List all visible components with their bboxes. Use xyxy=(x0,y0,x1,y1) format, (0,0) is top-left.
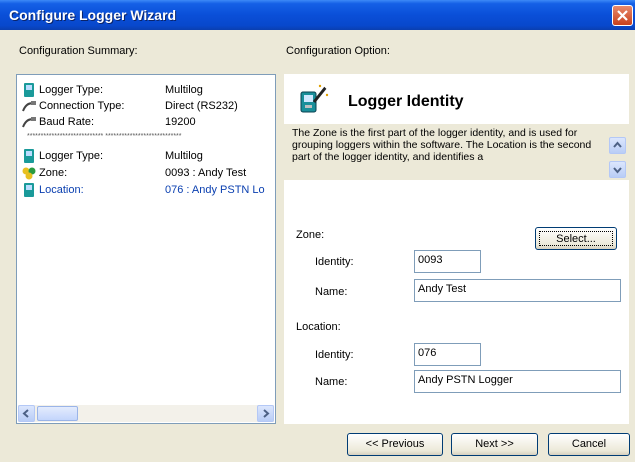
location-name-field[interactable]: Andy PSTN Logger xyxy=(414,370,621,393)
horizontal-scrollbar[interactable] xyxy=(18,405,274,422)
summary-value: 19200 xyxy=(165,116,196,128)
summary-value: Multilog xyxy=(165,150,203,162)
scroll-left-button[interactable] xyxy=(18,405,35,422)
scroll-thumb[interactable] xyxy=(37,406,78,421)
summary-list[interactable]: Logger Type: Multilog Connection Type: D… xyxy=(16,74,276,424)
zone-identity-field[interactable]: 0093 xyxy=(414,250,481,273)
cable-icon xyxy=(22,101,36,112)
select-button-label: Select... xyxy=(539,231,613,246)
description-box: The Zone is the first part of the logger… xyxy=(284,124,629,180)
scroll-up-button[interactable] xyxy=(609,137,626,154)
arrow-right-icon xyxy=(263,409,270,418)
list-item: Logger Type: Multilog xyxy=(17,83,275,99)
previous-button[interactable]: << Previous xyxy=(347,433,443,456)
zone-name-field[interactable]: Andy Test xyxy=(414,279,621,302)
close-icon xyxy=(617,10,628,21)
cancel-button[interactable]: Cancel xyxy=(548,433,630,456)
zone-label: Zone: xyxy=(296,229,325,241)
summary-key: Baud Rate: xyxy=(39,116,95,128)
location-identity-label: Identity: xyxy=(315,349,354,361)
scroll-down-button[interactable] xyxy=(609,161,626,178)
location-identity-field[interactable]: 076 xyxy=(414,343,481,366)
location-label: Location: xyxy=(296,321,341,333)
scroll-right-button[interactable] xyxy=(257,405,274,422)
arrow-left-icon xyxy=(22,409,29,418)
list-item: Connection Type: Direct (RS232) xyxy=(17,99,275,115)
summary-key: Logger Type: xyxy=(39,84,104,96)
arrow-down-icon xyxy=(613,167,622,174)
list-item: Zone: 0093 : Andy Test xyxy=(17,166,275,182)
summary-value: 076 : Andy PSTN Lo xyxy=(165,184,265,196)
vertical-scrollbar[interactable] xyxy=(609,125,627,179)
summary-value: 0093 : Andy Test xyxy=(165,167,247,179)
logger-icon xyxy=(24,83,34,97)
summary-value: Direct (RS232) xyxy=(165,100,238,112)
arrow-up-icon xyxy=(613,141,622,148)
description-text: The Zone is the first part of the logger… xyxy=(292,127,592,163)
logger-icon xyxy=(24,183,34,197)
next-button[interactable]: Next >> xyxy=(451,433,538,456)
separator: **************************** ***********… xyxy=(27,133,182,140)
wizard-window: Configure Logger Wizard Configuration Su… xyxy=(0,0,635,462)
logger-wand-icon xyxy=(300,84,329,113)
summary-key: Location: xyxy=(39,184,84,196)
page-title: Logger Identity xyxy=(348,93,464,110)
summary-key: Zone: xyxy=(39,167,68,179)
cable-icon xyxy=(22,117,36,128)
close-button[interactable] xyxy=(612,5,633,26)
option-caption: Configuration Option: xyxy=(286,45,390,57)
summary-key: Logger Type: xyxy=(39,150,104,162)
select-button[interactable]: Select... xyxy=(535,227,617,250)
summary-value: Multilog xyxy=(165,84,203,96)
logger-icon xyxy=(24,149,34,163)
list-item: Baud Rate: 19200 xyxy=(17,115,275,131)
list-item: Logger Type: Multilog xyxy=(17,149,275,165)
summary-caption: Configuration Summary: xyxy=(19,45,138,57)
zone-identity-label: Identity: xyxy=(315,256,354,268)
zone-icon xyxy=(22,167,36,180)
window-title: Configure Logger Wizard xyxy=(9,7,177,23)
list-item: Location: 076 : Andy PSTN Lo xyxy=(17,183,275,199)
location-name-label: Name: xyxy=(315,376,348,388)
title-bar[interactable]: Configure Logger Wizard xyxy=(0,0,635,30)
summary-key: Connection Type: xyxy=(39,100,125,112)
option-panel: Logger Identity The Zone is the first pa… xyxy=(284,74,629,424)
zone-name-label: Name: xyxy=(315,286,348,298)
